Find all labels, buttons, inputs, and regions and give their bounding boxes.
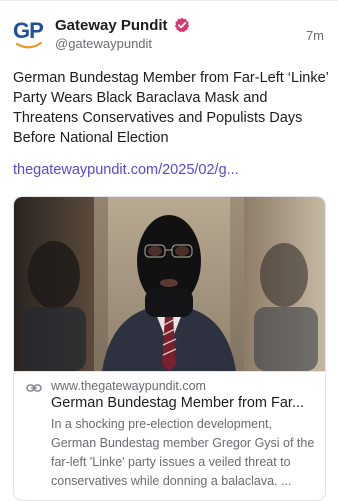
avatar-swoosh-icon — [16, 42, 42, 49]
author-row: Gateway Pundit — [55, 14, 190, 36]
link-icon — [26, 384, 42, 392]
post-link[interactable]: thegatewaypundit.com/2025/02/g... — [13, 162, 331, 178]
card-image[interactable] — [14, 197, 325, 371]
author-name[interactable]: Gateway Pundit — [55, 17, 168, 34]
social-post[interactable]: GP Gateway Pundit @gatewaypundit 7m Germ… — [0, 0, 338, 501]
avatar[interactable]: GP — [13, 18, 45, 50]
divider — [0, 0, 338, 1]
card-domain: www.thegatewaypundit.com — [51, 379, 206, 393]
card-title[interactable]: German Bundestag Member from Far... — [51, 395, 313, 411]
author-handle[interactable]: @gatewaypundit — [55, 36, 152, 51]
man-in-black-balaclava-photo — [14, 197, 325, 371]
card-description: In a shocking pre-election development, … — [51, 417, 315, 488]
card-info[interactable]: www.thegatewaypundit.com German Bundesta… — [14, 371, 325, 500]
post-text: German Bundestag Member from Far-Left ‘L… — [13, 70, 329, 146]
post-timestamp[interactable]: 7m — [306, 28, 324, 43]
avatar-logo-text: GP — [13, 18, 44, 43]
verified-badge-icon — [174, 17, 189, 33]
link-preview-card[interactable]: www.thegatewaypundit.com German Bundesta… — [13, 196, 326, 501]
